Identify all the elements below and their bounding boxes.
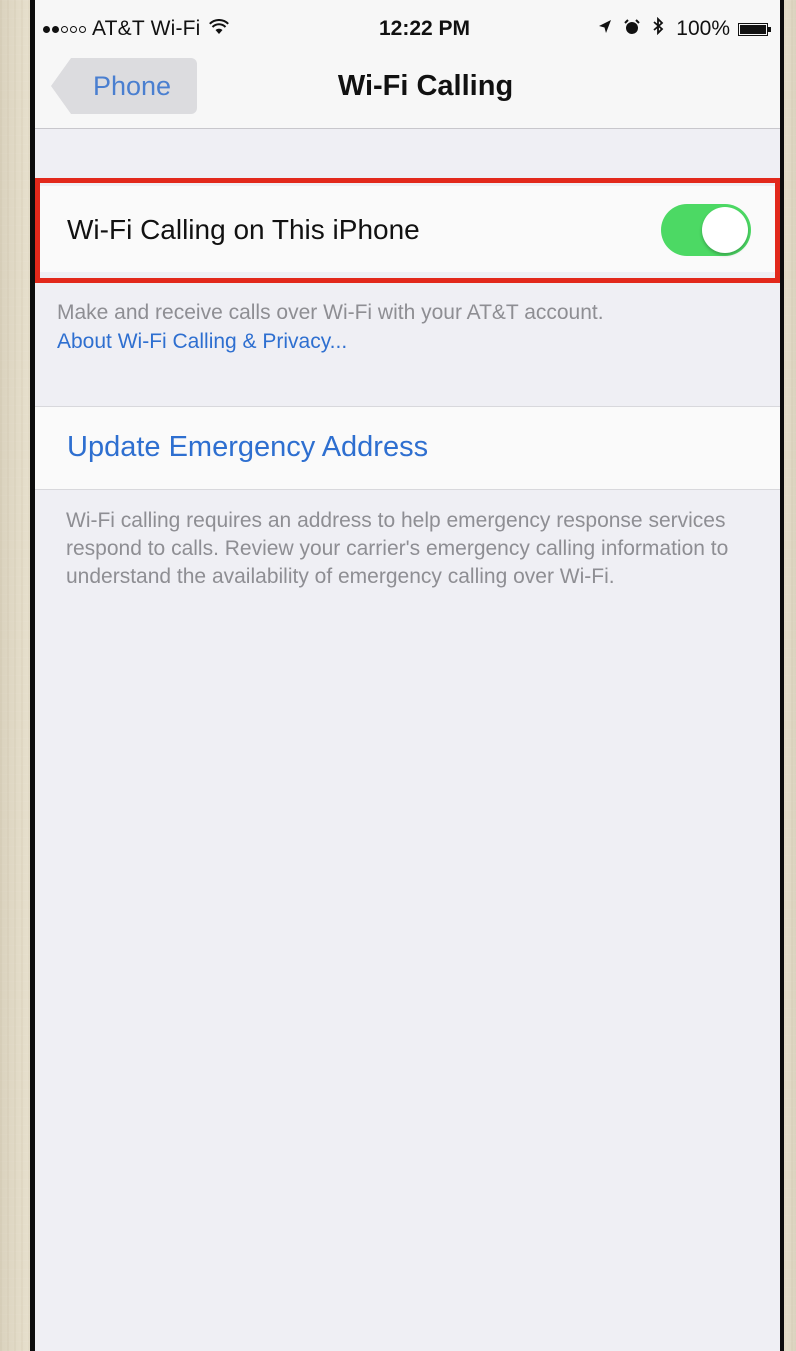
update-emergency-address-row[interactable]: Update Emergency Address [35, 406, 780, 490]
privacy-link[interactable]: About Wi-Fi Calling & Privacy... [57, 327, 757, 356]
wifi-calling-label: Wi-Fi Calling on This iPhone [67, 214, 420, 245]
status-bar: AT&T Wi-Fi 12:22 PM 100% [35, 0, 780, 52]
background-shade-left [0, 0, 34, 1351]
page-title-wrap: Wi-Fi Calling [35, 70, 780, 103]
wifi-calling-row[interactable]: Wi-Fi Calling on This iPhone [35, 186, 780, 272]
location-arrow-icon [598, 17, 612, 41]
status-time: 12:22 PM [378, 17, 471, 40]
battery-percent: 100% [676, 17, 730, 40]
bluetooth-icon [652, 16, 664, 41]
phone-screen: AT&T Wi-Fi 12:22 PM 100% Phone Wi-Fi Cal… [30, 0, 784, 1351]
emergency-footer: Wi-Fi calling requires an address to hel… [66, 507, 766, 591]
wifi-calling-footer: Make and receive calls over Wi-Fi with y… [57, 298, 757, 356]
alarm-icon [624, 17, 640, 41]
update-emergency-address-label: Update Emergency Address [67, 431, 429, 463]
emergency-footer-text: Wi-Fi calling requires an address to hel… [66, 509, 729, 588]
battery-nub [768, 26, 771, 32]
background-shade-right [782, 0, 796, 1351]
wifi-calling-footer-text: Make and receive calls over Wi-Fi with y… [57, 301, 604, 324]
battery-fill [740, 24, 766, 34]
toggle-knob [702, 207, 748, 253]
navigation-bar: Phone Wi-Fi Calling [35, 52, 780, 129]
status-right: 100% [598, 16, 771, 41]
wifi-calling-toggle[interactable] [661, 204, 751, 256]
battery-icon [738, 22, 771, 36]
page-title: Wi-Fi Calling [337, 70, 514, 102]
